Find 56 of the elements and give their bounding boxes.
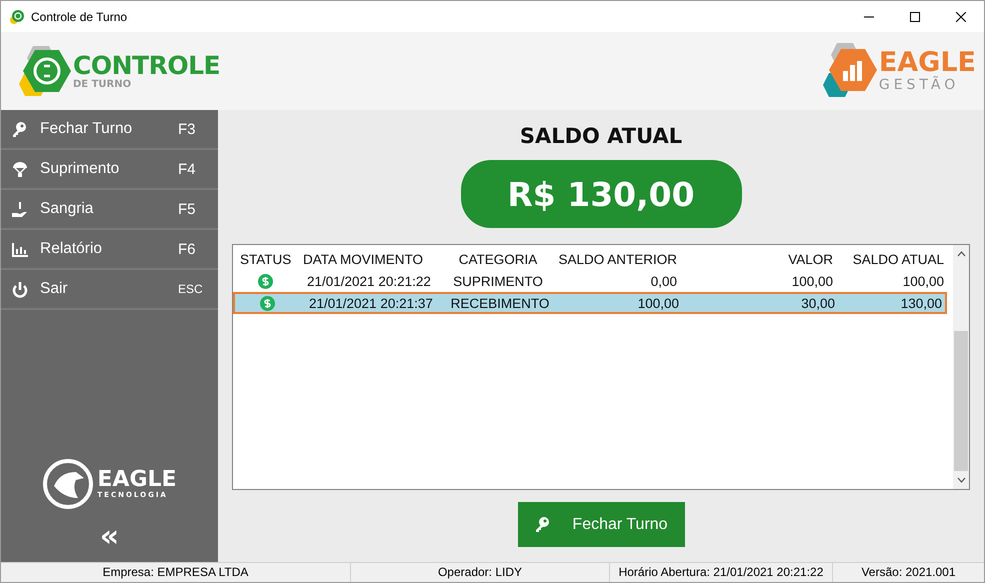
table-row[interactable]: 21/01/2021 20:21:37 RECEBIMENTO 100,00 30,00 130,00 [233,292,947,314]
parachute-icon [11,160,29,178]
logo-title: CONTROLE [73,52,220,78]
table-cell-text: 21/01/2021 20:21:22 [306,274,432,288]
menu-label: Sangria [40,200,94,218]
status-text: Operador: LIDY [351,563,610,582]
brand-title: EAGLE [878,49,976,77]
table-cell-text: 100,00 [902,274,945,288]
column-header: CATEGORIA [458,252,538,266]
column-header: VALOR [787,252,834,266]
table-cell-text: RECEBIMENTO [450,296,550,310]
menu-label: Sair [40,280,69,298]
collapse-button[interactable]: « [1,524,218,562]
table-cell-text: 100,00 [790,274,834,288]
close-icon [956,12,966,22]
table-cell-text: 21/01/2021 20:21:37 [308,296,434,310]
close-shift-button[interactable]: Fechar Turno [518,502,684,547]
app-icon [9,8,25,24]
scroll-up-icon [956,251,966,257]
table-cell-text: 100,00 [636,296,680,310]
menu-label: Fechar Turno [40,120,134,138]
maximize-icon [910,12,920,22]
column-header: STATUS [239,252,292,266]
scrollbar-thumb[interactable] [954,331,968,471]
power-icon [11,280,29,298]
column-header: DATA MOVIMENTO [302,252,424,266]
shortcut-label: ESC [178,282,203,296]
table-row[interactable]: 21/01/2021 20:21:22 SUPRIMENTO 0,00 100,00 100,00 [233,270,947,292]
shortcut-label: F3 [178,120,196,138]
status-text: Empresa: EMPRESA LTDA [1,563,351,582]
key-icon [11,120,29,138]
status-text: Versão: 2021.001 [860,564,957,581]
bar-chart-icon [11,240,29,258]
window-title: Controle de Turno [31,10,128,24]
balance-title: SALDO ATUAL [520,124,682,150]
column-header: SALDO ATUAL [852,252,945,266]
scroll-down-icon [956,477,966,483]
shortcut-label: F4 [178,160,196,178]
scrollbar[interactable] [953,245,969,489]
shortcut-label: F5 [178,200,196,218]
table-cell-text: 30,00 [800,296,836,310]
column-header: SALDO ANTERIOR [557,252,678,266]
logo-subtitle: DE TURNO [73,78,132,90]
dollar-icon [260,296,274,310]
table-cell-text: SUPRIMENTO [452,274,544,288]
table-cell-text: 0,00 [650,274,678,288]
menu-label: Relatório [40,240,104,258]
shortcut-label: F6 [178,240,196,258]
hand-coin-icon [11,200,29,218]
eagle-logo-title: EAGLE [97,469,177,491]
table-cell-text: 130,00 [900,296,943,310]
brand-subtitle: GESTÃO [878,77,960,93]
status-text: Horário Abertura: 21/01/2021 20:21:22 [610,563,833,582]
balance-amount: R$ 130,00 [460,160,742,228]
dollar-icon [258,274,272,288]
menu-label: Suprimento [40,160,120,178]
